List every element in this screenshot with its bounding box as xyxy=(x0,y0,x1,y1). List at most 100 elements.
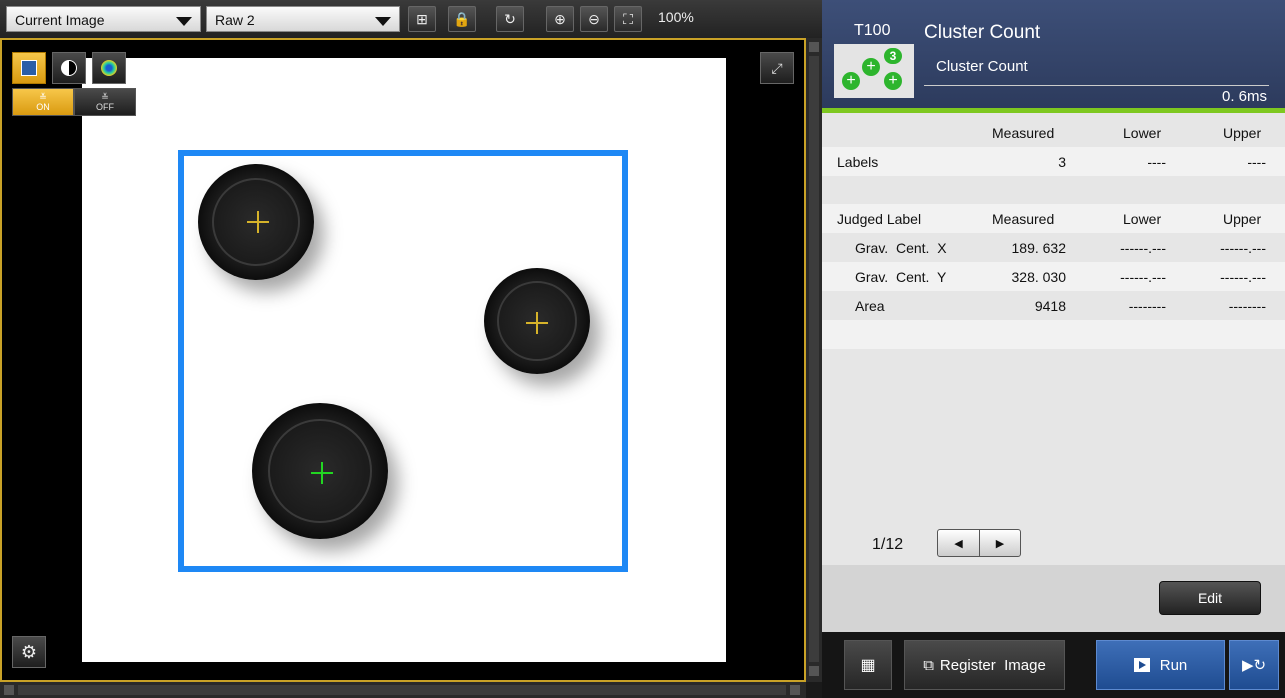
color-map-icon xyxy=(101,60,117,76)
lower-header: Lower xyxy=(1123,211,1162,227)
labels-lower: ---- xyxy=(1147,154,1166,170)
refresh-icon: ↻ xyxy=(504,10,516,27)
run-loop-icon: ▶↻ xyxy=(1241,657,1267,674)
run-button[interactable]: Run xyxy=(1096,640,1225,690)
zoom-in-button[interactable]: ⊕ xyxy=(546,6,574,32)
bottom-action-bar: ▦ ⧉ Register Image Run ▶↻ xyxy=(822,632,1285,698)
measured-header: Measured xyxy=(992,211,1055,227)
cluster-count-tool-icon: + + + 3 xyxy=(834,44,914,98)
overlay-icon: ≚ xyxy=(39,92,47,102)
judged-header-row: Judged Label Measured Lower Upper xyxy=(822,204,1285,233)
expand-viewer-button[interactable]: ⤢ xyxy=(760,52,794,84)
processing-time: 0. 6ms xyxy=(1221,88,1267,105)
expand-icon: ⤢ xyxy=(771,59,783,76)
row-lower: ------.--- xyxy=(1120,269,1166,285)
display-mode-contrast-button[interactable] xyxy=(52,52,86,84)
camera-dropdown[interactable]: Raw 2 xyxy=(206,6,400,32)
overlay-on-label: ON xyxy=(36,102,50,112)
prev-page-button[interactable]: ◀ xyxy=(938,530,980,556)
row-measured: 9418 xyxy=(1034,298,1066,314)
row-label: Grav. Cent. Y xyxy=(855,269,947,285)
vertical-scrollbar[interactable] xyxy=(806,38,822,682)
horizontal-scrollbar[interactable] xyxy=(0,682,806,698)
scroll-left-icon[interactable] xyxy=(4,685,14,695)
tool-id: T100 xyxy=(854,22,891,39)
play-icon xyxy=(1133,658,1150,672)
arrow-left-icon: ◀ xyxy=(954,537,963,550)
labels-upper: ---- xyxy=(1247,154,1266,170)
row-lower: -------- xyxy=(1128,298,1166,314)
image-source-dropdown[interactable]: Current Image xyxy=(6,6,201,32)
tool-title: Cluster Count xyxy=(924,22,1041,43)
scroll-thumb[interactable] xyxy=(809,56,819,662)
run-label: Run xyxy=(1159,656,1188,674)
page-indicator: 1/12 xyxy=(872,536,904,553)
image-source-value: Current Image xyxy=(15,12,105,28)
labels-label: Labels xyxy=(837,154,879,170)
gear-icon: ⚙ xyxy=(20,641,38,662)
centroid-marker-1 xyxy=(247,211,269,233)
display-mode-color-button[interactable] xyxy=(92,52,126,84)
zoom-out-icon: ⊖ xyxy=(588,10,600,27)
scroll-thumb[interactable] xyxy=(18,685,786,695)
count-badge: 3 xyxy=(884,48,902,64)
overlay-on-button[interactable]: ≚ ON xyxy=(12,88,74,116)
image-viewer[interactable]: ≚ ON ≚ OFF ⤢ ⚙ xyxy=(0,38,806,682)
row-label: Area xyxy=(855,298,885,314)
measurement-region[interactable] xyxy=(178,150,628,572)
results-header-row: Measured Lower Upper xyxy=(822,118,1285,147)
refresh-button[interactable]: ↻ xyxy=(496,6,524,32)
register-image-button[interactable]: ⧉ Register Image xyxy=(904,640,1065,690)
lock-icon: 🔒 xyxy=(453,10,471,27)
upper-header: Upper xyxy=(1223,125,1262,141)
next-page-button[interactable]: ▶ xyxy=(980,530,1020,556)
measured-header: Measured xyxy=(992,125,1055,141)
lower-header: Lower xyxy=(1123,125,1162,141)
labels-measured: 3 xyxy=(1058,154,1066,170)
zoom-out-button[interactable]: ⊖ xyxy=(580,6,608,32)
zoom-in-icon: ⊕ xyxy=(554,10,566,27)
row-upper: ------.--- xyxy=(1220,240,1266,256)
scroll-up-icon[interactable] xyxy=(809,42,819,52)
table-row: Grav. Cent. X 189. 632 ------.--- ------… xyxy=(822,233,1285,262)
scroll-right-icon[interactable] xyxy=(790,685,800,695)
overlay-icon: ≚ xyxy=(101,92,109,102)
film-strip-button[interactable]: ▦ xyxy=(844,640,892,690)
fit-screen-icon: ⛶ xyxy=(623,10,633,27)
table-row: Grav. Cent. Y 328. 030 ------.--- ------… xyxy=(822,262,1285,291)
camera-value: Raw 2 xyxy=(215,12,255,28)
edit-button[interactable]: Edit xyxy=(1159,581,1261,615)
upper-header: Upper xyxy=(1223,211,1262,227)
row-upper: ------.--- xyxy=(1220,269,1266,285)
register-image-label: Register Image xyxy=(939,656,1046,674)
contrast-icon xyxy=(61,60,77,76)
chevron-down-icon xyxy=(176,17,192,26)
pager-control: ◀ ▶ xyxy=(937,529,1021,557)
zoom-level: 100% xyxy=(658,9,694,25)
overlay-off-button[interactable]: ≚ OFF xyxy=(74,88,136,116)
centroid-marker-2 xyxy=(526,312,548,334)
scroll-down-icon[interactable] xyxy=(809,666,819,676)
lock-image-button[interactable]: 🔒 xyxy=(448,6,476,32)
status-bar xyxy=(822,108,1285,113)
results-panel: T100 + + + 3 Cluster Count Cluster Count… xyxy=(822,0,1285,632)
camera-image xyxy=(82,58,726,662)
row-measured: 189. 632 xyxy=(1011,240,1067,256)
fit-button[interactable]: ⛶ xyxy=(614,6,642,32)
register-image-icon: ⧉ xyxy=(923,656,934,674)
chevron-down-icon xyxy=(375,17,391,26)
judged-label-header: Judged Label xyxy=(837,211,922,227)
layout-icon: ⊞ xyxy=(416,10,428,27)
labels-row: Labels 3 ---- ---- xyxy=(822,147,1285,176)
viewer-settings-button[interactable]: ⚙ xyxy=(12,636,46,668)
row-upper: -------- xyxy=(1228,298,1266,314)
overlay-off-label: OFF xyxy=(96,102,114,112)
table-row: Area 9418 -------- -------- xyxy=(822,291,1285,320)
film-strip-icon: ▦ xyxy=(860,657,876,674)
display-mode-normal-button[interactable] xyxy=(12,52,46,84)
run-options-button[interactable]: ▶↻ xyxy=(1229,640,1279,690)
panel-footer: Edit xyxy=(822,565,1285,632)
image-icon xyxy=(21,60,37,76)
image-toolbar: Current Image Raw 2 ⊞ 🔒 ↻ ⊕ ⊖ ⛶ 100% xyxy=(0,0,822,39)
layout-button[interactable]: ⊞ xyxy=(408,6,436,32)
